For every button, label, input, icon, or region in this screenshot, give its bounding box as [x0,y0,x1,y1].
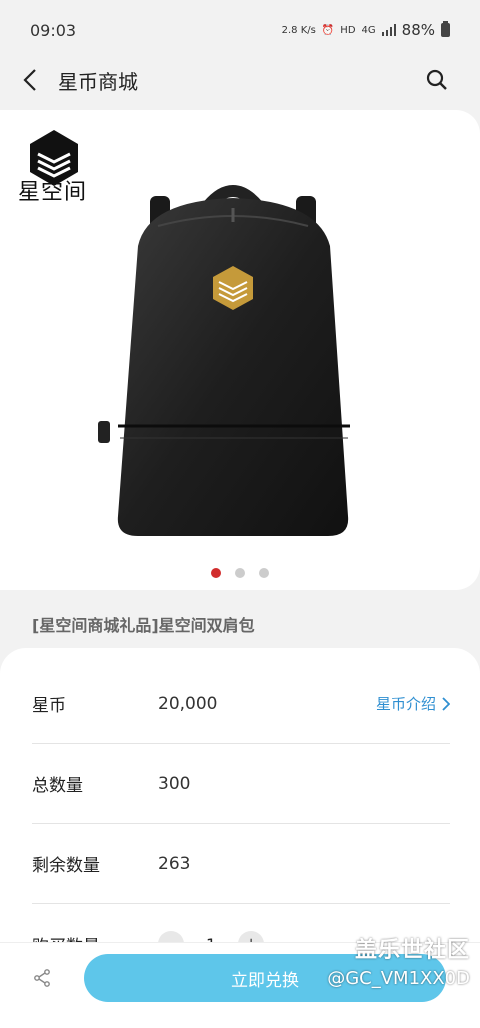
alarm-icon: ⏰ [321,24,335,36]
network-label: 4G [361,24,376,36]
detail-value: 20,000 [158,693,218,714]
detail-row-total: 总数量 300 [32,744,450,824]
battery-percent: 88% [401,21,435,39]
app-bar: 星币商城 [0,55,480,105]
detail-label: 总数量 [32,776,83,796]
watermark-site: 盖乐世社区 [354,938,470,963]
back-button[interactable] [2,55,58,105]
chevron-right-icon [442,696,450,711]
link-label: 星币介绍 [375,695,436,713]
search-button[interactable] [412,55,462,105]
share-button[interactable] [0,943,84,1014]
brand-text: 星空间 [18,180,88,205]
detail-row-price: 星币 20,000 星币介绍 [32,664,450,744]
product-name: [星空间商城礼品]星空间双肩包 [32,616,255,635]
redeem-label: 立即兑换 [231,970,299,991]
star-coin-info-link[interactable]: 星币介绍 [376,693,450,714]
status-icons: 2.8 K/s ⏰ HD 4G 88% [282,21,450,39]
backpack-image [98,185,350,536]
share-icon [34,969,50,987]
carousel-indicator [0,568,480,578]
signal-icon [381,24,396,36]
search-icon [426,69,447,90]
detail-label: 剩余数量 [32,856,100,876]
status-bar: 09:03 2.8 K/s ⏰ HD 4G 88% [0,0,480,60]
status-time: 09:03 [30,20,77,40]
carousel-dot[interactable] [259,568,269,578]
hd-label: HD [340,24,356,36]
detail-row-remaining: 剩余数量 263 [32,824,450,904]
net-speed: 2.8 K/s [281,24,316,36]
carousel-dot[interactable] [235,568,245,578]
detail-value: 263 [158,853,191,874]
product-image-carousel[interactable]: 星空间 [0,110,480,590]
battery-icon [441,21,450,37]
detail-label: 星币 [32,696,66,716]
watermark-user: @GC_VM1XX0D [327,968,470,989]
chevron-left-icon [23,69,36,91]
carousel-dot[interactable] [211,568,221,578]
detail-value: 300 [158,773,191,794]
page-title: 星币商城 [58,69,138,94]
